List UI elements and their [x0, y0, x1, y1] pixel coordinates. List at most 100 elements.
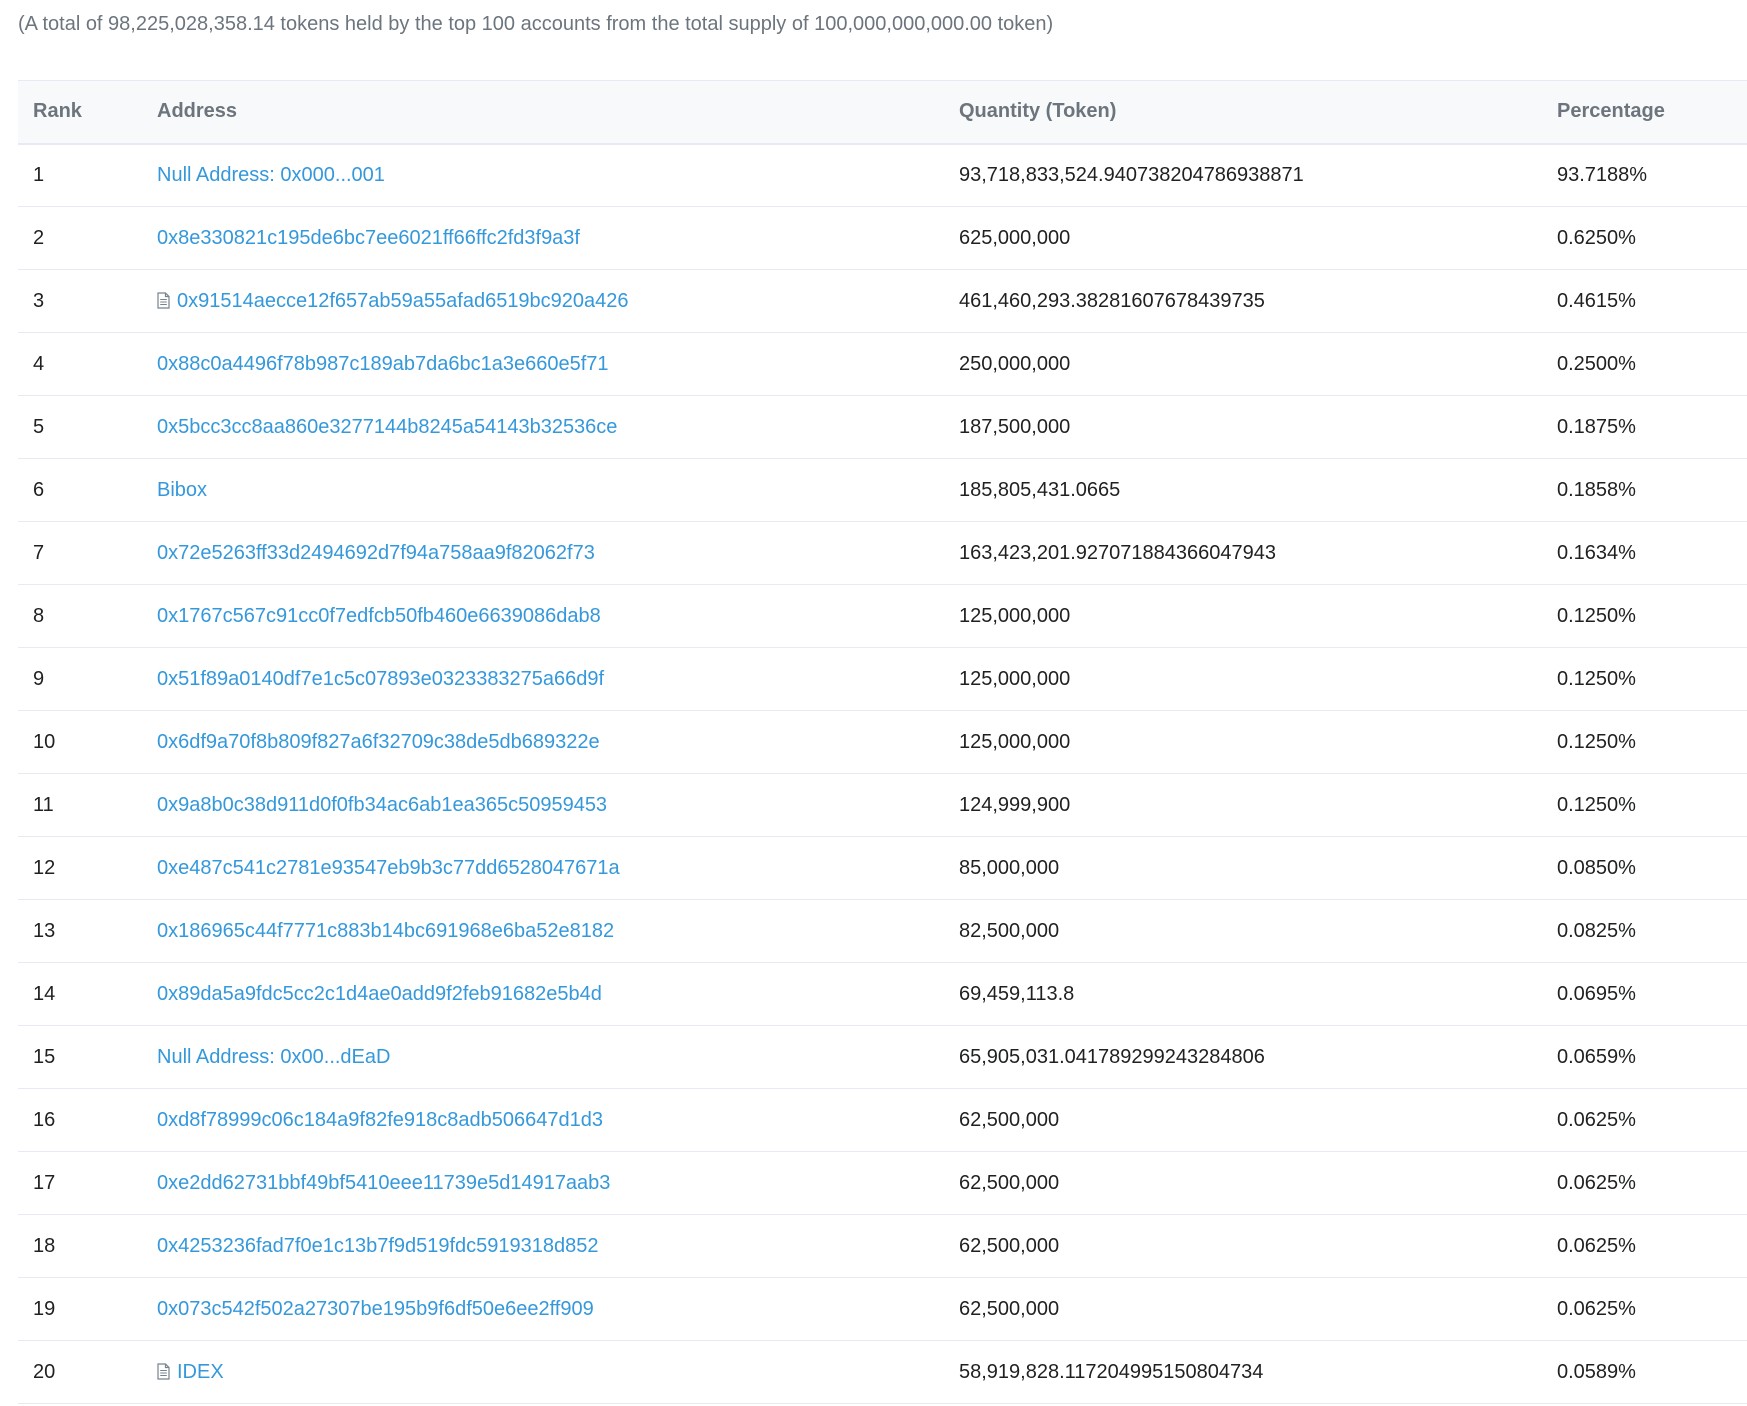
address-cell: 0x186965c44f7771c883b14bc691968e6ba52e81…: [157, 899, 959, 963]
holder-address-link[interactable]: 0x89da5a9fdc5cc2c1d4ae0add9f2feb91682e5b…: [157, 983, 602, 1005]
holder-address-link[interactable]: 0x1767c567c91cc0f7edfcb50fb460e6639086da…: [157, 605, 601, 627]
table-row: 2 0x8e330821c195de6bc7ee6021ff66ffc2fd3f9…: [18, 206, 1747, 270]
holder-address-link[interactable]: 0x073c542f502a27307be195b9f6df50e6ee2ff9…: [157, 1298, 594, 1320]
quantity-cell: 125,000,000: [959, 584, 1557, 648]
address-cell: 0xe2dd62731bbf49bf5410eee11739e5d14917aa…: [157, 1151, 959, 1215]
holder-address-link[interactable]: 0x72e5263ff33d2494692d7f94a758aa9f82062f…: [157, 542, 595, 564]
holder-address-link[interactable]: 0xe2dd62731bbf49bf5410eee11739e5d14917aa…: [157, 1172, 610, 1194]
table-row: 14 0x89da5a9fdc5cc2c1d4ae0add9f2feb91682e…: [18, 962, 1747, 1026]
address-cell: 0x72e5263ff33d2494692d7f94a758aa9f82062f…: [157, 521, 959, 585]
percentage-cell: 0.1250%: [1557, 773, 1747, 837]
quantity-cell: 62,500,000: [959, 1277, 1557, 1341]
quantity-cell: 461,460,293.38281607678439735: [959, 269, 1557, 333]
quantity-cell: 85,000,000: [959, 836, 1557, 900]
address-cell: 0x8e330821c195de6bc7ee6021ff66ffc2fd3f9a…: [157, 206, 959, 270]
percentage-cell: 93.7188%: [1557, 143, 1747, 207]
rank-cell: 20: [18, 1340, 157, 1404]
holder-address-link[interactable]: IDEX: [177, 1361, 224, 1383]
rank-cell: 11: [18, 773, 157, 837]
column-header-address: Address: [157, 80, 959, 145]
quantity-cell: 185,805,431.0665: [959, 458, 1557, 522]
rank-cell: 19: [18, 1277, 157, 1341]
rank-cell: 16: [18, 1088, 157, 1152]
rank-cell: 7: [18, 521, 157, 585]
table-row: 1 Null Address: 0x000...001 93,718,833,524…: [18, 143, 1747, 207]
table-row: 6 Bibox 185,805,431.0665 0.1858%: [18, 458, 1747, 522]
token-holders-table: Rank Address Quantity (Token) Percentage…: [18, 80, 1747, 1404]
holder-address-link[interactable]: 0xe487c541c2781e93547eb9b3c77dd652804767…: [157, 857, 620, 879]
rank-cell: 4: [18, 332, 157, 396]
holder-address-link[interactable]: 0x186965c44f7771c883b14bc691968e6ba52e81…: [157, 920, 614, 942]
quantity-cell: 62,500,000: [959, 1214, 1557, 1278]
column-header-rank: Rank: [18, 80, 157, 145]
quantity-cell: 250,000,000: [959, 332, 1557, 396]
holder-address-link[interactable]: 0xd8f78999c06c184a9f82fe918c8adb506647d1…: [157, 1109, 603, 1131]
holder-address-link[interactable]: Bibox: [157, 479, 207, 501]
holder-address-link[interactable]: 0x91514aecce12f657ab59a55afad6519bc920a4…: [177, 290, 629, 312]
holder-address-link[interactable]: 0x6df9a70f8b809f827a6f32709c38de5db68932…: [157, 731, 600, 753]
rank-cell: 6: [18, 458, 157, 522]
quantity-cell: 65,905,031.041789299243284806: [959, 1025, 1557, 1089]
table-body: 1 Null Address: 0x000...001 93,718,833,524…: [18, 143, 1747, 1404]
table-row: 7 0x72e5263ff33d2494692d7f94a758aa9f82062…: [18, 521, 1747, 585]
quantity-cell: 58,919,828.117204995150804734: [959, 1340, 1557, 1404]
table-row: 8 0x1767c567c91cc0f7edfcb50fb460e6639086d…: [18, 584, 1747, 648]
percentage-cell: 0.0625%: [1557, 1214, 1747, 1278]
table-row: 11 0x9a8b0c38d911d0f0fb34ac6ab1ea365c5095…: [18, 773, 1747, 837]
quantity-cell: 625,000,000: [959, 206, 1557, 270]
file-text-icon: [157, 1362, 170, 1380]
quantity-cell: 82,500,000: [959, 899, 1557, 963]
quantity-cell: 62,500,000: [959, 1088, 1557, 1152]
address-cell: Null Address: 0x000...001: [157, 143, 959, 207]
holder-address-link[interactable]: 0x8e330821c195de6bc7ee6021ff66ffc2fd3f9a…: [157, 227, 580, 249]
percentage-cell: 0.0659%: [1557, 1025, 1747, 1089]
holders-summary: (A total of 98,225,028,358.14 tokens hel…: [18, 13, 1054, 35]
percentage-cell: 0.1250%: [1557, 647, 1747, 711]
quantity-cell: 163,423,201.927071884366047943: [959, 521, 1557, 585]
quantity-cell: 62,500,000: [959, 1151, 1557, 1215]
table-row: 16 0xd8f78999c06c184a9f82fe918c8adb506647…: [18, 1088, 1747, 1152]
rank-cell: 9: [18, 647, 157, 711]
address-cell: 0x88c0a4496f78b987c189ab7da6bc1a3e660e5f…: [157, 332, 959, 396]
percentage-cell: 0.0825%: [1557, 899, 1747, 963]
table-header-row: Rank Address Quantity (Token) Percentage: [18, 80, 1747, 145]
address-cell: 0x4253236fad7f0e1c13b7f9d519fdc5919318d8…: [157, 1214, 959, 1278]
rank-cell: 12: [18, 836, 157, 900]
table-row: 4 0x88c0a4496f78b987c189ab7da6bc1a3e660e5…: [18, 332, 1747, 396]
address-cell: 0x91514aecce12f657ab59a55afad6519bc920a4…: [157, 269, 959, 333]
rank-cell: 3: [18, 269, 157, 333]
table-row: 18 0x4253236fad7f0e1c13b7f9d519fdc5919318…: [18, 1214, 1747, 1278]
column-header-percentage: Percentage: [1557, 80, 1747, 145]
rank-cell: 17: [18, 1151, 157, 1215]
rank-cell: 13: [18, 899, 157, 963]
address-cell: 0x5bcc3cc8aa860e3277144b8245a54143b32536…: [157, 395, 959, 459]
file-text-icon: [157, 291, 170, 309]
address-cell: 0x073c542f502a27307be195b9f6df50e6ee2ff9…: [157, 1277, 959, 1341]
percentage-cell: 0.1634%: [1557, 521, 1747, 585]
rank-cell: 15: [18, 1025, 157, 1089]
rank-cell: 8: [18, 584, 157, 648]
address-cell: 0x51f89a0140df7e1c5c07893e0323383275a66d…: [157, 647, 959, 711]
quantity-cell: 124,999,900: [959, 773, 1557, 837]
holder-address-link[interactable]: 0x51f89a0140df7e1c5c07893e0323383275a66d…: [157, 668, 604, 690]
table-row: 17 0xe2dd62731bbf49bf5410eee11739e5d14917…: [18, 1151, 1747, 1215]
holder-address-link[interactable]: Null Address: 0x000...001: [157, 164, 385, 186]
holder-address-link[interactable]: 0x9a8b0c38d911d0f0fb34ac6ab1ea365c509594…: [157, 794, 607, 816]
rank-cell: 18: [18, 1214, 157, 1278]
table-row: 3 0x91514aecce12f657ab59a55afad6519bc920a…: [18, 269, 1747, 333]
holder-address-link[interactable]: 0x88c0a4496f78b987c189ab7da6bc1a3e660e5f…: [157, 353, 609, 375]
percentage-cell: 0.4615%: [1557, 269, 1747, 333]
table-row: 5 0x5bcc3cc8aa860e3277144b8245a54143b3253…: [18, 395, 1747, 459]
percentage-cell: 0.2500%: [1557, 332, 1747, 396]
percentage-cell: 0.1250%: [1557, 710, 1747, 774]
quantity-cell: 69,459,113.8: [959, 962, 1557, 1026]
table-row: 10 0x6df9a70f8b809f827a6f32709c38de5db689…: [18, 710, 1747, 774]
holder-address-link[interactable]: Null Address: 0x00...dEaD: [157, 1046, 390, 1068]
percentage-cell: 0.1250%: [1557, 584, 1747, 648]
rank-cell: 5: [18, 395, 157, 459]
rank-cell: 2: [18, 206, 157, 270]
rank-cell: 14: [18, 962, 157, 1026]
holder-address-link[interactable]: 0x5bcc3cc8aa860e3277144b8245a54143b32536…: [157, 416, 617, 438]
holder-address-link[interactable]: 0x4253236fad7f0e1c13b7f9d519fdc5919318d8…: [157, 1235, 599, 1257]
table-row: 15 Null Address: 0x00...dEaD 65,905,031.04…: [18, 1025, 1747, 1089]
